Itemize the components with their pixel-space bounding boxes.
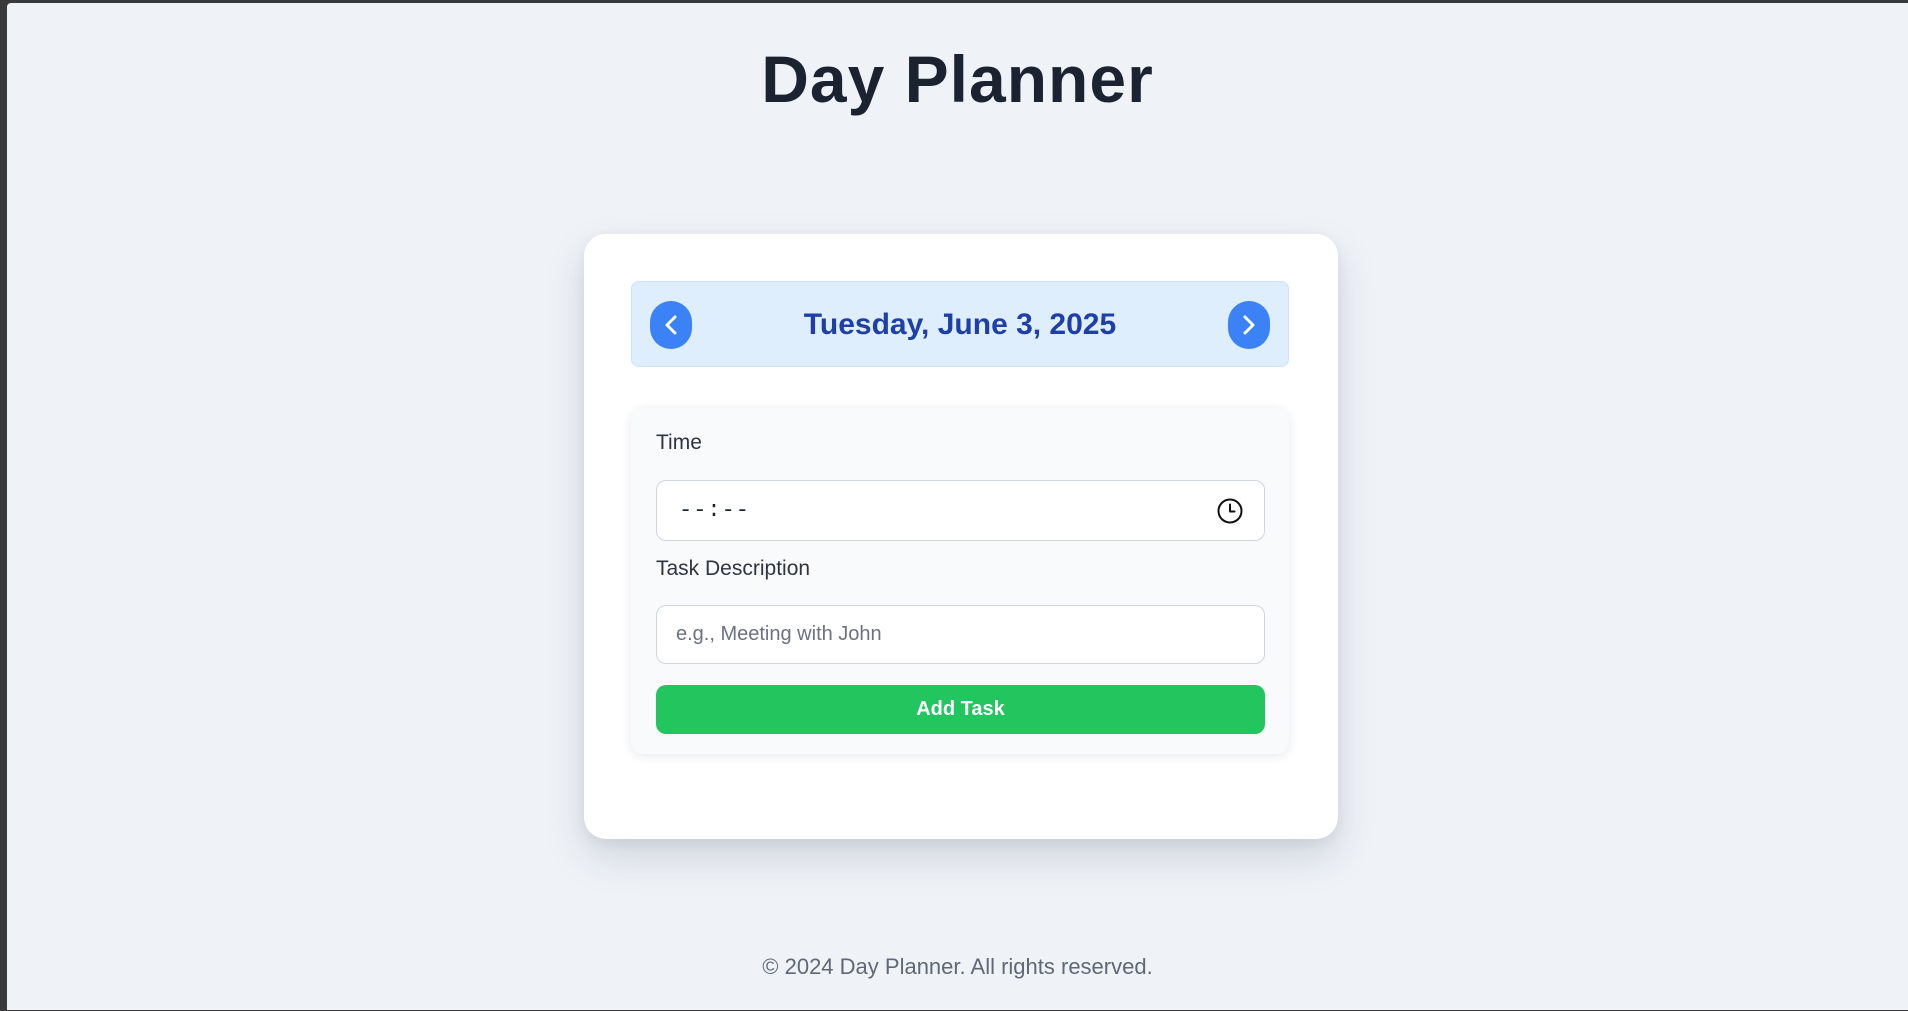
task-description-field: [656, 605, 1265, 664]
next-day-button[interactable]: [1228, 301, 1270, 349]
add-task-button[interactable]: Add Task: [656, 685, 1265, 734]
date-navigation: Tuesday, June 3, 2025: [631, 281, 1289, 367]
add-task-form: Time --:-- Task Description Add Task: [631, 408, 1289, 754]
planner-card: Tuesday, June 3, 2025 Time --:-- Task De…: [584, 234, 1338, 839]
footer-copyright: © 2024 Day Planner. All rights reserved.: [762, 954, 1153, 979]
chevron-left-icon: [665, 315, 677, 335]
page-title: Day Planner: [761, 42, 1154, 116]
clock-icon[interactable]: [1216, 497, 1244, 525]
task-description-input[interactable]: [657, 606, 1264, 663]
chevron-right-icon: [1243, 315, 1255, 335]
time-input[interactable]: --:--: [656, 480, 1265, 541]
previous-day-button[interactable]: [650, 301, 692, 349]
time-value: --:--: [679, 498, 751, 523]
current-date: Tuesday, June 3, 2025: [803, 308, 1117, 341]
time-label: Time: [656, 431, 702, 454]
task-description-label: Task Description: [656, 557, 811, 580]
app-window: Day Planner Tuesday, June 3, 2025 Time -…: [7, 3, 1908, 1010]
